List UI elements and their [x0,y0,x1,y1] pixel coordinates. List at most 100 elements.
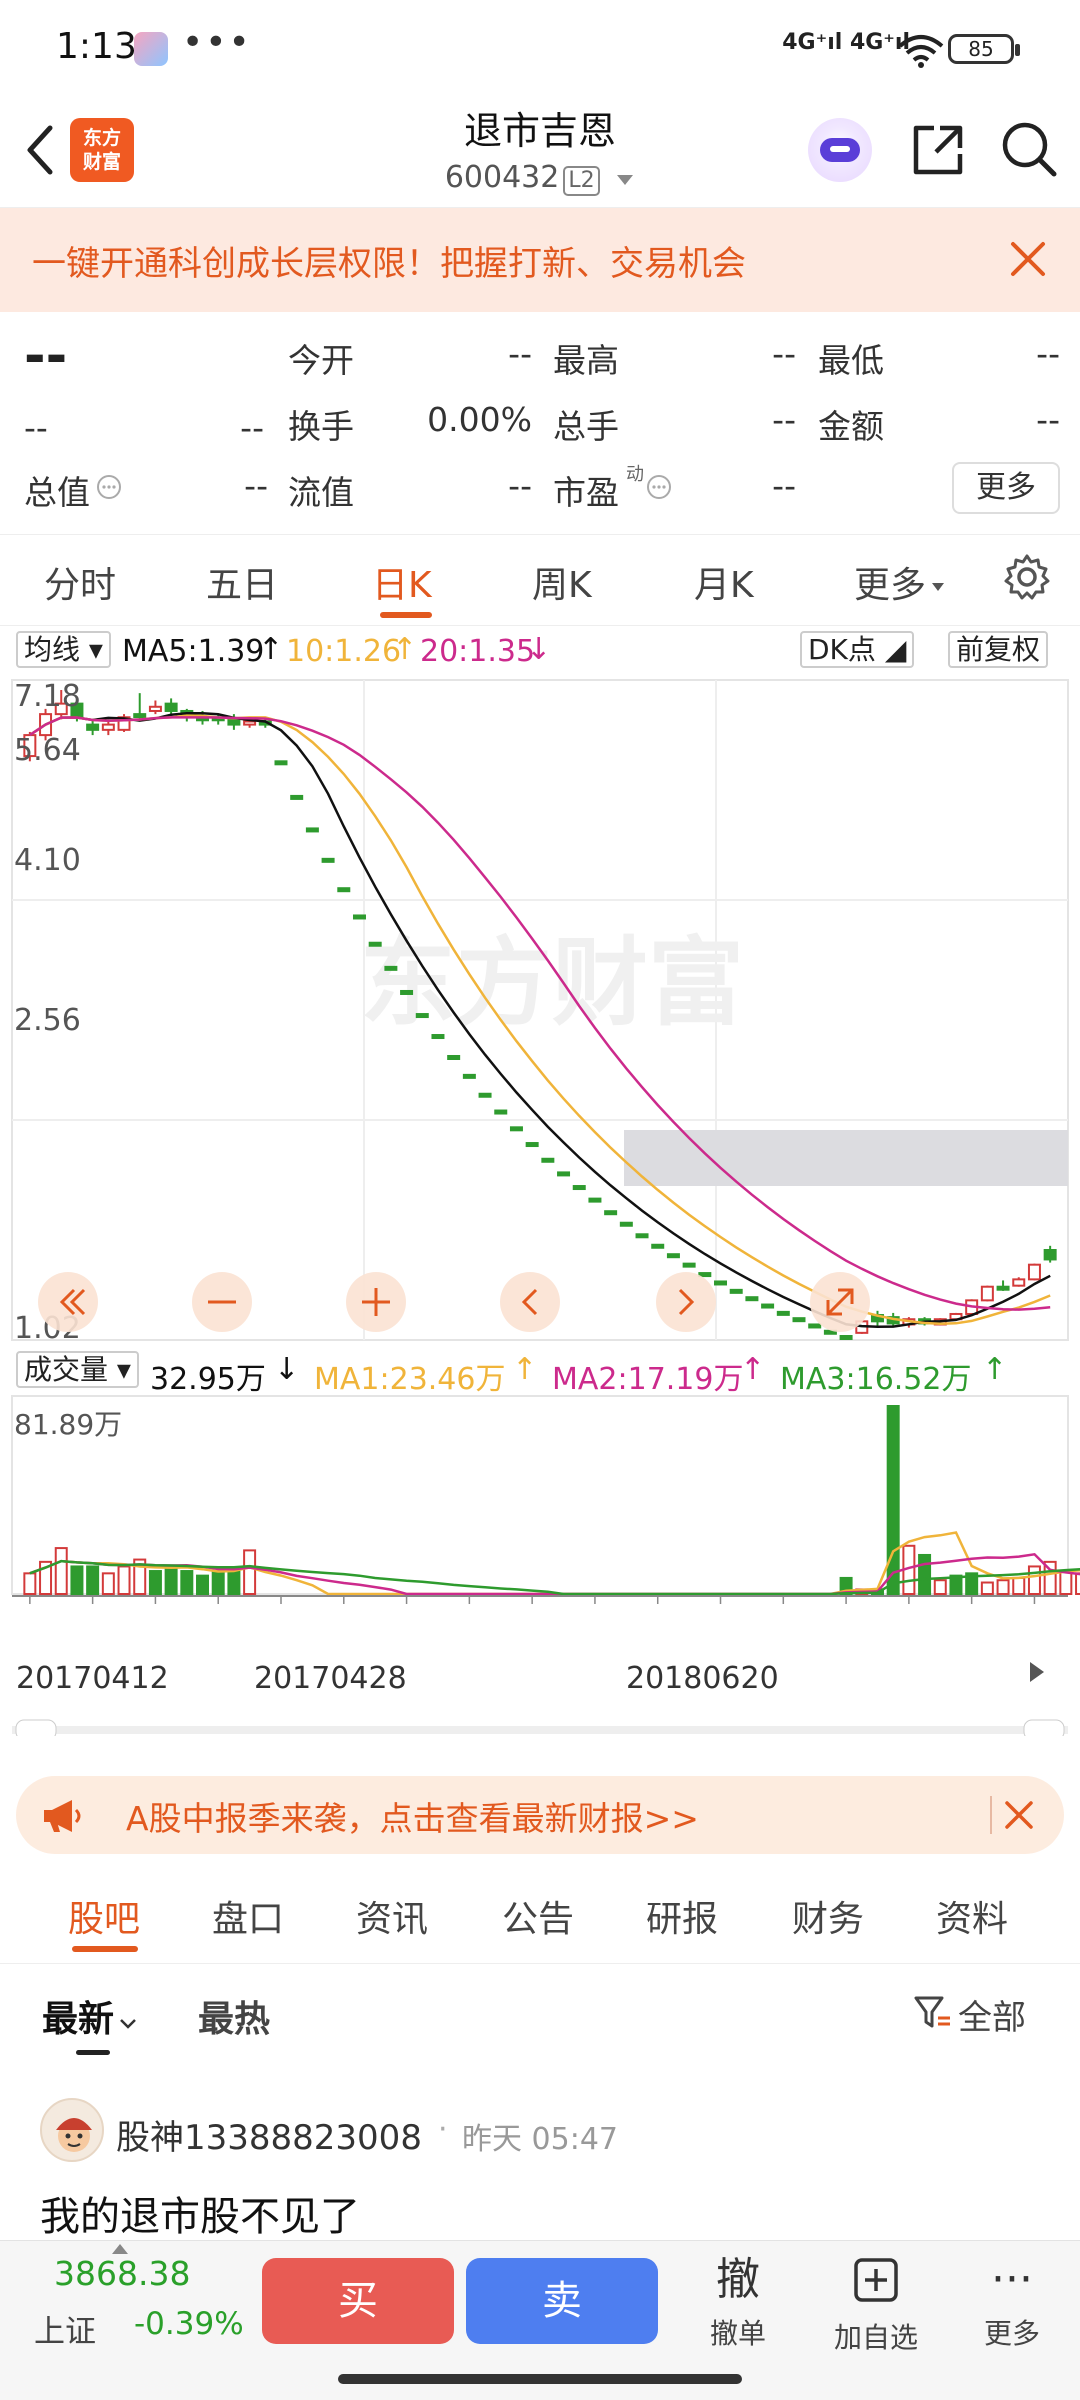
volume-indicator-label: 成交量 [24,1353,109,1386]
volume-bar [980,1581,994,1595]
ai-assistant-avatar[interactable] [808,118,872,182]
volume-bar [86,1565,100,1596]
arrow-down-icon: ↓ [526,632,552,667]
turnover-label: 换手 [288,407,354,446]
candle [148,705,162,712]
report-banner-text[interactable]: A股中报季来袭，点击查看最新财报>> [126,1792,699,1840]
share-icon[interactable] [908,120,968,180]
index-name[interactable]: 上证 [34,2306,96,2351]
candle-flat [604,1210,618,1216]
scroll-end-icon[interactable] [1030,1662,1044,1682]
index-value[interactable]: 3868.38 [54,2254,190,2293]
y-label-3: 4.10 [14,843,81,878]
cancel-order-button[interactable]: 撤 撤单 [688,2254,788,2352]
back-icon[interactable] [20,120,60,180]
scroll-left-button[interactable] [500,1272,560,1332]
tab-forum[interactable]: 股吧 [68,1890,140,1942]
close-icon[interactable] [1005,236,1051,282]
turnover-value: 0.00% [427,400,532,439]
zoom-in-button[interactable] [346,1272,406,1332]
tab-five-day[interactable]: 五日 [206,556,278,608]
fast-back-button[interactable] [38,1272,98,1332]
tab-weekly-k[interactable]: 周K [532,556,592,608]
battery-icon: 85 [948,34,1020,64]
logo-line1: 东方 [82,127,121,149]
volume-bar [117,1565,131,1596]
fullscreen-button[interactable] [810,1272,870,1332]
more-dots-icon: ··· [991,2254,1033,2305]
volume-ma3: MA3:16.52万 [780,1362,972,1397]
gear-icon[interactable] [1002,552,1052,602]
x-label-1: 20170412 [16,1661,169,1696]
promo-banner-text[interactable]: 一键开通科创成长层权限！把握打新、交易机会 [32,236,746,285]
ma-selector[interactable]: 均线 ▾ [16,631,111,668]
sort-hot[interactable]: 最热 [198,1990,270,2042]
info-icon[interactable] [646,474,672,500]
cancel-order-glyph: 撤 [716,2254,760,2305]
candle [164,702,178,712]
info-icon[interactable] [96,474,122,500]
candle-flat [808,1323,822,1329]
scroll-handle-right[interactable] [1023,1719,1065,1736]
tab-news[interactable]: 资讯 [356,1890,428,1942]
price-change-pct: -- [240,408,264,447]
volume-bar [1075,1572,1080,1595]
high-label: 最高 [553,341,619,380]
price-adjust-label: 前复权 [956,633,1041,666]
filter-all[interactable]: 全部 [958,1990,1026,2039]
candle [1027,1263,1041,1281]
more-menu-button[interactable]: ··· 更多 [962,2254,1062,2352]
tab-intraday[interactable]: 分时 [44,556,116,608]
home-indicator[interactable] [338,2374,742,2384]
filter-icon[interactable] [912,1992,952,2032]
close-icon[interactable] [1002,1798,1036,1832]
avatar[interactable] [40,2098,104,2162]
tab-daily-k[interactable]: 日K [372,556,432,608]
candle-flat [666,1253,680,1259]
candle [1012,1278,1026,1287]
add-watchlist-button[interactable]: 加自选 [826,2254,926,2356]
ma20-value: 20:1.35 [420,634,536,669]
scroll-right-button[interactable] [656,1272,716,1332]
candle-flat [337,887,351,893]
price-adjust-toggle[interactable]: 前复权 [948,631,1049,668]
stock-code-selector[interactable]: 600432 L2 [340,160,740,196]
sell-button[interactable]: 卖 [466,2258,658,2344]
post-content[interactable]: 我的退市股不见了 [40,2184,360,2242]
search-icon[interactable] [998,118,1060,180]
app-logo[interactable]: 东方 财富 [70,118,134,182]
candle [996,1285,1010,1291]
post-author[interactable]: 股神13388823008 [116,2110,422,2159]
sort-latest[interactable]: 最新 [42,1990,138,2042]
tab-announcements[interactable]: 公告 [502,1890,574,1942]
candle-flat [541,1157,555,1163]
candle-flat [698,1272,712,1278]
volume-indicator-selector[interactable]: 成交量 ▾ [16,1351,139,1388]
tab-profile[interactable]: 资料 [936,1890,1008,1942]
scroll-handle-left[interactable] [15,1719,57,1736]
y-label-top: 7.18 [14,679,81,714]
zoom-out-button[interactable] [192,1272,252,1332]
buy-button[interactable]: 买 [262,2258,454,2344]
high-value: -- [772,334,796,373]
candle [86,723,100,731]
candle-flat [525,1142,539,1148]
tab-research[interactable]: 研报 [646,1890,718,1942]
y-label-4: 2.56 [14,1003,81,1038]
float-value: -- [508,466,532,505]
candle-flat [415,1013,429,1019]
tab-monthly-k[interactable]: 月K [694,556,754,608]
more-quote-button[interactable]: 更多 [952,462,1060,514]
stock-name: 退市吉恩 [463,109,616,153]
tab-order-book[interactable]: 盘口 [212,1890,284,1942]
volume-bar [101,1572,115,1595]
candle [1043,1249,1057,1261]
tab-financials[interactable]: 财务 [792,1890,864,1942]
chart-scrollbar[interactable] [12,1726,1068,1734]
kline-chart[interactable]: 东方财富 7.18 5.64 4.10 2.56 1.02 81.89万 201… [0,676,1080,1736]
tab-more-periods[interactable]: 更多 [854,556,946,608]
float-value-label: 流值 [288,473,354,512]
index-change[interactable]: -0.39% [134,2306,244,2342]
open-label: 今开 [288,341,354,380]
dk-point-toggle[interactable]: DK点 ◢ [800,631,915,668]
